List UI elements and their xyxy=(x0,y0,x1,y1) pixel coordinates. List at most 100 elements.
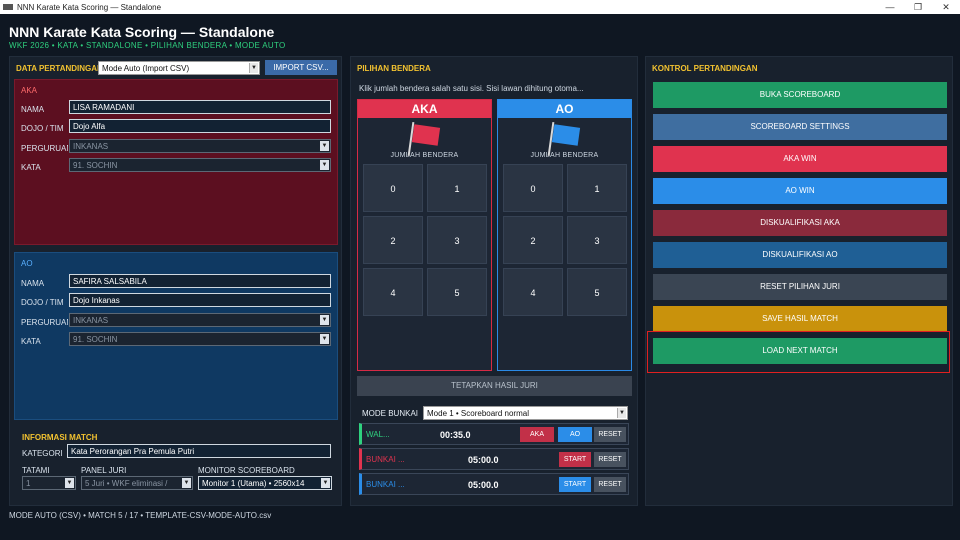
minimize-icon[interactable]: — xyxy=(876,2,904,12)
panel-title-informasi: INFORMASI MATCH xyxy=(22,433,98,442)
ao-jumlah-label: JUMLAH BENDERA xyxy=(530,152,599,159)
kategori-label: KATEGORI xyxy=(22,449,63,458)
aka-count-2-button[interactable]: 2 xyxy=(363,216,423,264)
ao-nama-field[interactable]: SAFIRA SALSABILA xyxy=(69,274,331,288)
kategori-field[interactable]: Kata Perorangan Pra Pemula Putri xyxy=(67,444,331,458)
save-hasil-match-button[interactable]: SAVE HASIL MATCH xyxy=(653,306,947,332)
timer-value: 00:35.0 xyxy=(440,430,471,440)
diskualifikasi-ao-button[interactable]: DISKUALIFIKASI AO xyxy=(653,242,947,268)
aka-jumlah-label: JUMLAH BENDERA xyxy=(390,152,459,159)
selection-highlight xyxy=(647,331,950,373)
chevron-down-icon: ▼ xyxy=(65,478,74,488)
timer-start-button[interactable]: START xyxy=(559,452,591,467)
panel-juri-select[interactable]: 5 Juri • WKF eliminasi / ▼ xyxy=(81,476,193,490)
ao-win-button[interactable]: AO WIN xyxy=(653,178,947,204)
aka-perguruan-select[interactable]: INKANAS ▼ xyxy=(69,139,331,153)
import-csv-button[interactable]: IMPORT CSV... xyxy=(265,60,337,75)
app-title: NNN Karate Kata Scoring — Standalone xyxy=(9,24,275,40)
tatami-select[interactable]: 1 ▼ xyxy=(22,476,76,490)
window-titlebar: NNN Karate Kata Scoring — Standalone — ❐… xyxy=(0,0,960,14)
diskualifikasi-aka-button[interactable]: DISKUALIFIKASI AKA xyxy=(653,210,947,236)
timer-reset-button[interactable]: RESET xyxy=(594,427,626,442)
timer-row-walkin: WAL... 00:35.0 AKA AO RESET xyxy=(359,423,629,445)
aka-count-1-button[interactable]: 1 xyxy=(427,164,487,212)
ao-count-3-button[interactable]: 3 xyxy=(567,216,627,264)
ao-dojo-label: DOJO / TIM xyxy=(21,298,64,307)
aka-win-button[interactable]: AKA WIN xyxy=(653,146,947,172)
data-pertandingan-panel: DATA PERTANDINGAN Mode Auto (Import CSV)… xyxy=(9,56,342,506)
blue-flag-icon xyxy=(551,124,581,146)
ao-count-4-button[interactable]: 4 xyxy=(503,268,563,316)
chevron-down-icon: ▼ xyxy=(249,63,258,73)
aka-heading: AKA xyxy=(21,86,38,95)
aka-count-5-button[interactable]: 5 xyxy=(427,268,487,316)
panel-juri-label: PANEL JURI xyxy=(81,466,127,475)
aka-count-0-button[interactable]: 0 xyxy=(363,164,423,212)
ao-heading: AO xyxy=(21,259,33,268)
panel-juri-value: 5 Juri • WKF eliminasi / xyxy=(85,479,168,488)
monitor-label: MONITOR SCOREBOARD xyxy=(198,466,295,475)
panel-title-bendera: PILIHAN BENDERA xyxy=(357,64,431,73)
kontrol-pertandingan-panel: KONTROL PERTANDINGAN BUKA SCOREBOARD SCOR… xyxy=(645,56,953,506)
mode-select[interactable]: Mode Auto (Import CSV) ▼ xyxy=(98,61,260,75)
chevron-down-icon: ▼ xyxy=(320,141,329,151)
ao-perguruan-value: INKANAS xyxy=(73,316,109,325)
aka-nama-label: NAMA xyxy=(21,105,45,114)
timer-aka-button[interactable]: AKA xyxy=(520,427,554,442)
maximize-icon[interactable]: ❐ xyxy=(904,2,932,13)
aka-dojo-field[interactable]: Dojo Alfa xyxy=(69,119,331,133)
chevron-down-icon: ▼ xyxy=(182,478,191,488)
aka-kata-value: 91. SOCHIN xyxy=(73,161,118,170)
ao-count-1-button[interactable]: 1 xyxy=(567,164,627,212)
timer-name: BUNKAI ... xyxy=(366,455,405,464)
panel-title-data: DATA PERTANDINGAN xyxy=(16,64,103,73)
ao-perguruan-select[interactable]: INKANAS ▼ xyxy=(69,313,331,327)
chevron-down-icon: ▼ xyxy=(617,408,626,418)
bendera-description: Klik jumlah bendera salah satu sisi. Sis… xyxy=(359,84,584,93)
mode-select-value: Mode Auto (Import CSV) xyxy=(102,64,190,73)
timer-start-button[interactable]: START xyxy=(559,477,591,492)
ao-kata-value: 91. SOCHIN xyxy=(73,335,118,344)
timer-reset-button[interactable]: RESET xyxy=(594,452,626,467)
tatami-value: 1 xyxy=(26,479,31,488)
aka-perguruan-label: PERGURUAN xyxy=(21,144,68,153)
ao-dojo-field[interactable]: Dojo Inkanas xyxy=(69,293,331,307)
panel-title-kontrol: KONTROL PERTANDINGAN xyxy=(652,64,758,73)
mode-bunkai-value: Mode 1 • Scoreboard normal xyxy=(427,409,529,418)
timer-ao-button[interactable]: AO xyxy=(558,427,592,442)
mode-bunkai-select[interactable]: Mode 1 • Scoreboard normal ▼ xyxy=(423,406,628,420)
ao-nama-label: NAMA xyxy=(21,279,45,288)
aka-kata-label: KATA xyxy=(21,163,41,172)
ao-count-0-button[interactable]: 0 xyxy=(503,164,563,212)
ao-count-5-button[interactable]: 5 xyxy=(567,268,627,316)
aka-section: AKA NAMA LISA RAMADANI DOJO / TIM Dojo A… xyxy=(14,79,338,245)
aka-dojo-label: DOJO / TIM xyxy=(21,124,64,133)
red-flag-icon xyxy=(411,124,441,146)
scoreboard-settings-button[interactable]: SCOREBOARD SETTINGS xyxy=(653,114,947,140)
timer-name: BUNKAI ... xyxy=(366,480,405,489)
timer-row-bunkai-aka: BUNKAI ... 05:00.0 START RESET xyxy=(359,448,629,470)
reset-pilihan-juri-button[interactable]: RESET PILIHAN JURI xyxy=(653,274,947,300)
timer-reset-button[interactable]: RESET xyxy=(594,477,626,492)
ao-section: AO NAMA SAFIRA SALSABILA DOJO / TIM Dojo… xyxy=(14,252,338,420)
monitor-select[interactable]: Monitor 1 (Utama) • 2560x14 ▼ xyxy=(198,476,332,490)
chevron-down-icon: ▼ xyxy=(320,160,329,170)
window-title: NNN Karate Kata Scoring — Standalone xyxy=(17,2,162,12)
ao-kata-select[interactable]: 91. SOCHIN ▼ xyxy=(69,332,331,346)
close-icon[interactable]: ✕ xyxy=(932,2,960,13)
mode-bunkai-label: MODE BUNKAI xyxy=(362,409,419,418)
aka-count-4-button[interactable]: 4 xyxy=(363,268,423,316)
app-icon xyxy=(3,4,13,10)
buka-scoreboard-button[interactable]: BUKA SCOREBOARD xyxy=(653,82,947,108)
ao-count-2-button[interactable]: 2 xyxy=(503,216,563,264)
monitor-value: Monitor 1 (Utama) • 2560x14 xyxy=(202,479,305,488)
aka-nama-field[interactable]: LISA RAMADANI xyxy=(69,100,331,114)
aka-perguruan-value: INKANAS xyxy=(73,142,109,151)
aka-flag-column: AKA JUMLAH BENDERA 0 1 2 3 4 5 xyxy=(357,99,492,371)
aka-count-3-button[interactable]: 3 xyxy=(427,216,487,264)
chevron-down-icon: ▼ xyxy=(320,334,329,344)
chevron-down-icon: ▼ xyxy=(320,315,329,325)
tetapkan-hasil-button[interactable]: TETAPKAN HASIL JURI xyxy=(357,376,632,396)
timer-row-bunkai-ao: BUNKAI ... 05:00.0 START RESET xyxy=(359,473,629,495)
aka-kata-select[interactable]: 91. SOCHIN ▼ xyxy=(69,158,331,172)
